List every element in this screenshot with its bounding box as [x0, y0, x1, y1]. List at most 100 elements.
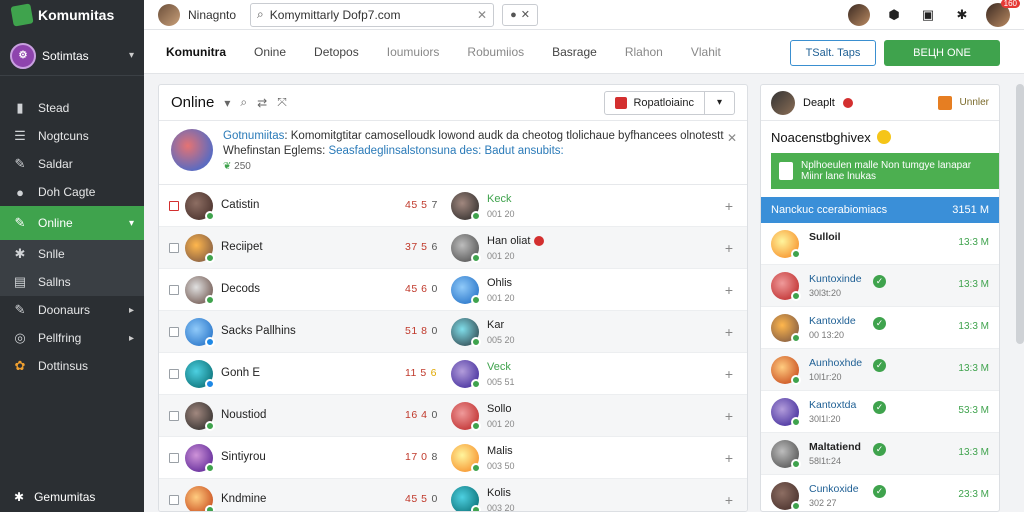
list-item[interactable]: Kantoxlde 00 13:20 ✓ 13:3 M [761, 307, 999, 349]
search-input[interactable] [269, 7, 471, 22]
avatar[interactable] [848, 3, 870, 26]
list-item[interactable]: Aunhoxhde 10l1r:20 ✓ 13:3 M [761, 349, 999, 391]
row-checkbox[interactable] [169, 368, 179, 379]
member-name-secondary[interactable]: Ohlis [487, 277, 512, 289]
sidebar-footer[interactable]: ✱ Gemumitas [0, 482, 144, 512]
list-item[interactable]: Kuntoxinde 30l3t:20 ✓ 13:3 M [761, 265, 999, 307]
avatar[interactable] [451, 234, 481, 263]
avatar[interactable] [451, 360, 481, 389]
avatar[interactable] [185, 318, 215, 347]
list-item-name[interactable]: Maltatiend [809, 441, 861, 453]
member-name-secondary[interactable]: Sollo [487, 403, 511, 415]
workspace-switcher[interactable]: ⚙ Sotimtas ▾ [0, 36, 144, 76]
avatar[interactable] [771, 482, 801, 511]
tags-button[interactable]: TSalt. Taps [790, 40, 876, 66]
row-checkbox[interactable] [169, 284, 179, 295]
add-icon[interactable]: + [725, 282, 733, 298]
add-icon[interactable]: + [725, 492, 733, 508]
add-icon[interactable]: + [725, 450, 733, 466]
chevron-down-icon[interactable]: ▾ [704, 91, 734, 114]
stats-bar[interactable]: Nanckuc ccerabiomiacs 3151 M [761, 197, 999, 223]
row-checkbox[interactable] [169, 326, 179, 337]
chevron-down-icon[interactable]: ▾ [224, 96, 230, 110]
avatar[interactable] [771, 314, 801, 343]
avatar[interactable] [185, 276, 215, 305]
scrollbar[interactable] [1016, 84, 1024, 344]
add-icon[interactable]: + [725, 198, 733, 214]
add-icon[interactable]: + [725, 324, 733, 340]
avatar[interactable] [451, 402, 481, 431]
avatar[interactable] [451, 318, 481, 347]
list-item-name[interactable]: Kantoxtda [809, 399, 856, 411]
gear-icon[interactable]: ✱ [952, 5, 972, 25]
member-name-secondary[interactable]: Kolis [487, 487, 511, 499]
image-icon[interactable]: ▣ [918, 5, 938, 25]
brand[interactable]: Komumitas [0, 0, 144, 30]
avatar[interactable] [185, 402, 215, 431]
avatar[interactable] [451, 192, 481, 221]
sidebar-item-snlle[interactable]: ✱ Snlle [0, 240, 144, 268]
sidebar-item-doh-cagte[interactable]: ● Doh Cagte [0, 178, 144, 206]
list-item-name[interactable]: Sulloil [809, 231, 841, 243]
tab-rlahon[interactable]: Rlahon [619, 45, 669, 59]
sidebar-item-saldar[interactable]: ✎ Saldar [0, 150, 144, 178]
avatar[interactable] [185, 444, 215, 473]
user-filter-button[interactable]: ● ✕ [502, 3, 539, 26]
member-name[interactable]: Kndmine [221, 493, 266, 505]
notification-icon[interactable]: ⬢ [884, 5, 904, 25]
avatar[interactable] [771, 440, 801, 469]
member-name[interactable]: Catistin [221, 199, 259, 211]
avatar[interactable] [451, 276, 481, 305]
list-item-name[interactable]: Aunhoxhde [809, 357, 862, 369]
avatar[interactable] [771, 90, 795, 115]
sidebar-item-pellfring[interactable]: ◎ Pellfring ▸ [0, 324, 144, 352]
member-name[interactable]: Sacks Pallhins [221, 325, 296, 337]
bookmark-icon[interactable] [937, 95, 952, 110]
member-name-secondary[interactable]: Han oliat [487, 235, 545, 247]
avatar[interactable] [185, 234, 215, 263]
table-row[interactable]: Kndmine 45 50 Kolis 003 20 + [159, 479, 747, 511]
add-icon[interactable]: + [725, 408, 733, 424]
sidebar-item-stead[interactable]: ▮ Stead [0, 94, 144, 122]
avatar[interactable] [451, 444, 481, 473]
banner-link[interactable]: Seasfadeglinsalstonsuna des: Badut ansub… [328, 145, 563, 157]
member-name-secondary[interactable]: Malis [487, 445, 513, 457]
table-row[interactable]: Gonh E 11 56 Veck 005 51 + [159, 353, 747, 395]
primary-action-button[interactable]: ВЕЦН ONE [884, 40, 1000, 66]
sidebar-item-sallns[interactable]: ▤ Sallns [0, 268, 144, 296]
member-name[interactable]: Decods [221, 283, 260, 295]
member-name-secondary[interactable]: Keck [487, 193, 511, 205]
member-name[interactable]: Sintiyrou [221, 451, 266, 463]
member-name-secondary[interactable]: Kar [487, 319, 504, 331]
avatar[interactable] [185, 486, 215, 511]
list-item-name[interactable]: Kuntoxinde [809, 273, 862, 285]
row-checkbox[interactable] [169, 410, 179, 421]
avatar[interactable] [158, 3, 180, 26]
table-row[interactable]: Catistin 45 57 Keck 001 20 + [159, 185, 747, 227]
sidebar-item-online[interactable]: ✎ Online ▾ [0, 206, 144, 240]
tab-ioumuiors[interactable]: Ioumuiors [381, 45, 446, 59]
sidebar-item-doonaurs[interactable]: ✎ Doonaurs ▸ [0, 296, 144, 324]
tab-onine[interactable]: Onine [248, 45, 292, 59]
search-box[interactable]: ⌕ ✕ [250, 2, 495, 27]
table-row[interactable]: Noustiod 16 40 Sollo 001 20 + [159, 395, 747, 437]
profile-avatar[interactable]: 160 [986, 0, 1020, 27]
row-checkbox[interactable] [169, 242, 179, 253]
tab-vlahit[interactable]: Vlahit [685, 45, 727, 59]
table-row[interactable]: Reciipet 37 56 Han oliat 001 20 + [159, 227, 747, 269]
avatar[interactable] [771, 356, 801, 385]
close-icon[interactable]: ✕ [727, 131, 737, 145]
list-item[interactable]: Sulloil 13:3 M [761, 223, 999, 265]
member-name[interactable]: Noustiod [221, 409, 266, 421]
row-checkbox[interactable] [169, 200, 179, 211]
avatar[interactable] [185, 360, 215, 389]
sidebar-item-nogtcuns[interactable]: ☰ Nogtcuns [0, 122, 144, 150]
table-row[interactable]: Sintiyrou 17 08 Malis 003 50 + [159, 437, 747, 479]
expand-icon[interactable]: ⤧ [277, 95, 287, 110]
add-icon[interactable]: + [725, 240, 733, 256]
right-link[interactable]: Unnler [960, 97, 989, 108]
avatar[interactable] [771, 230, 801, 259]
table-row[interactable]: Decods 45 60 Ohlis 001 20 + [159, 269, 747, 311]
add-icon[interactable]: + [725, 366, 733, 382]
member-name[interactable]: Reciipet [221, 241, 263, 253]
